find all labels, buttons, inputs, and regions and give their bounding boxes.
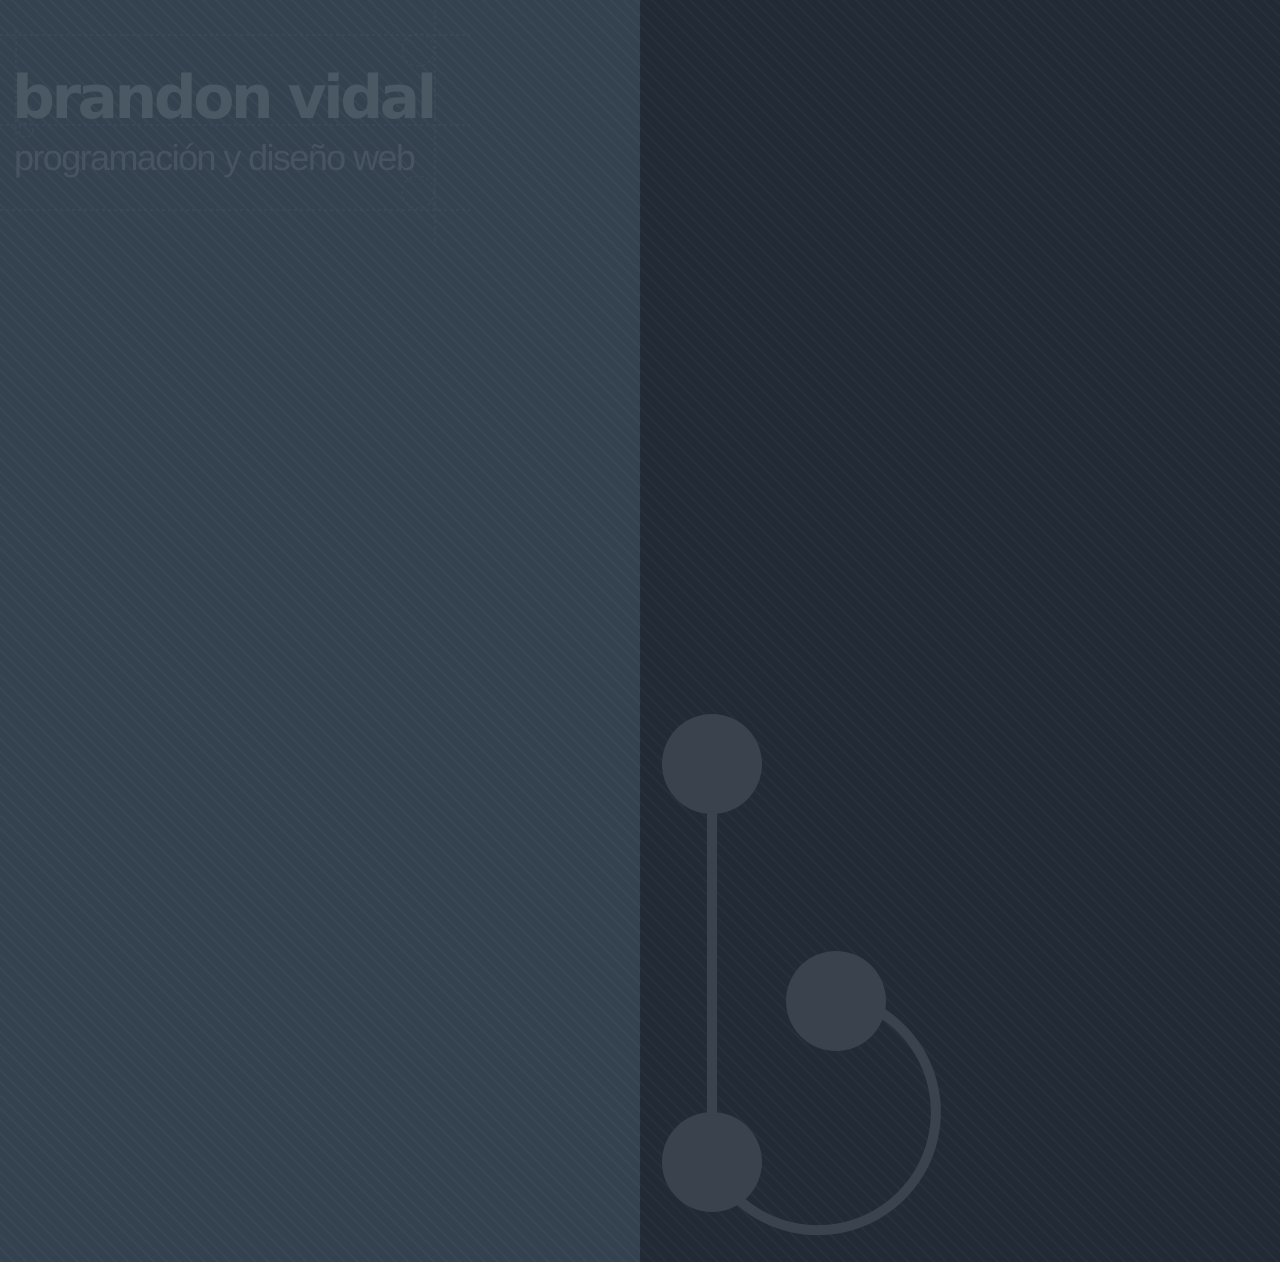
brand-name: brandon vidal	[12, 63, 437, 133]
bv-logo-icon	[662, 714, 941, 1236]
brand-tagline: programación y diseño web	[14, 137, 416, 178]
left-panel: brandon vidal programación y diseño web	[0, 0, 640, 1262]
landing-page: brandon vidal programación y diseño web	[0, 0, 1280, 1262]
